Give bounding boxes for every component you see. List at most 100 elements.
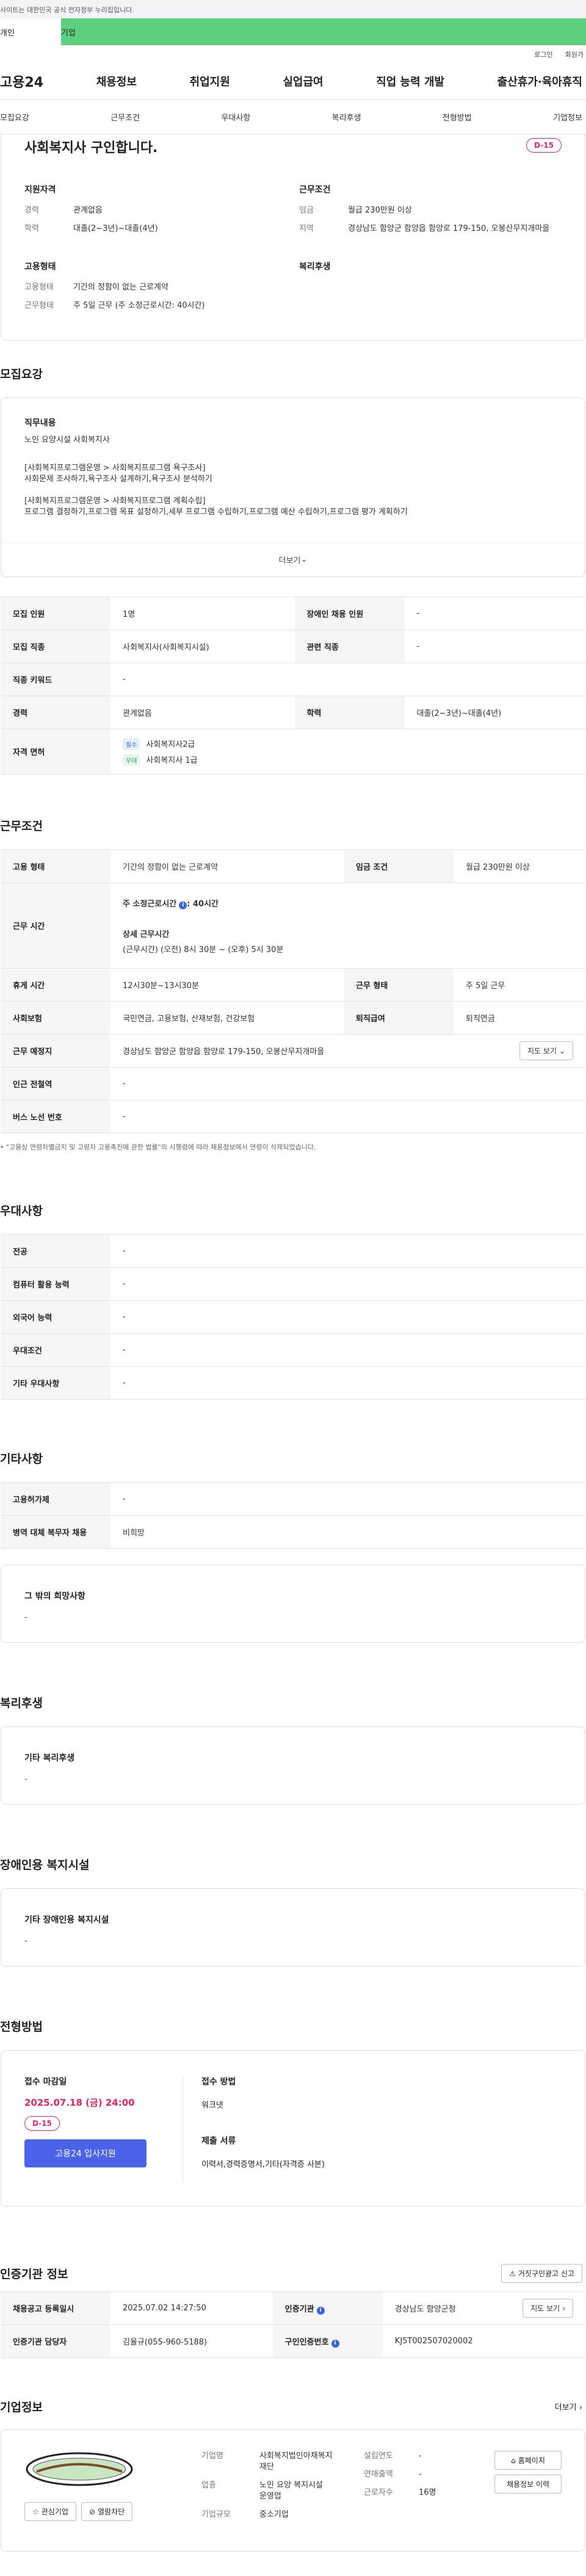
duty-line: 프로그램 결정하기,프로그램 목표 설정하기,세부 프로그램 수립하기,프로그램… [24, 508, 408, 517]
detail-hours-heading: 상세 근무시간 [123, 930, 170, 939]
major-value: - [110, 1234, 585, 1268]
report-button[interactable]: ⚠ 거짓구인광고 신고 [501, 2264, 582, 2283]
table-row: 컴퓨터 활용 능력 - [1, 1267, 585, 1301]
bus-value: - [110, 1100, 585, 1133]
map-button[interactable]: 지도 보기 ⌄ [519, 1041, 573, 1060]
authno-label-text: 구인인증번호 [284, 2337, 329, 2347]
preference-section-title: 우대사항 [0, 1204, 43, 1218]
emptype-row-label: 고용 형태 [1, 850, 110, 883]
military-value: 비희망 [110, 1515, 585, 1549]
pref-etc-value: - [110, 1366, 585, 1400]
global-nav: 고용24 채용정보 취업지원 실업급여 직업 능력 개발 출산휴가·육아휴직 [0, 64, 586, 99]
computer-label: 컴퓨터 활용 능력 [1, 1267, 110, 1301]
table-row: 사회보험 국민연금, 고용보험, 산재보험, 건강보험 퇴직급여 퇴직연금 [1, 1001, 585, 1035]
tab-business-label: 기업 [61, 28, 76, 38]
career-row-label: 경력 [1, 696, 110, 729]
login-link[interactable]: 로그인 [534, 49, 552, 59]
career-row-value: 관계없음 [110, 696, 295, 729]
certifier-table: 채용공고 등록일시 2025.07.02 14:27:50 인증기관 i 경상남도… [1, 2291, 585, 2358]
conditions-table: 고용 형태 기간의 정함이 없는 근로계약 임금 조건 월급 230만원 이상 … [1, 850, 585, 1133]
chevron-right-icon: › [579, 2403, 582, 2412]
certifier-section-title: 인증기관 정보 [0, 2268, 68, 2281]
block-icon: ⊘ [89, 2507, 95, 2516]
license-label: 자격 면허 [1, 729, 110, 774]
tab-preference[interactable]: 우대사항 [221, 111, 250, 123]
tab-selection[interactable]: 전형방법 [443, 111, 472, 123]
info-icon[interactable]: i [316, 2306, 325, 2315]
tab-personal[interactable]: 개인 [0, 18, 61, 45]
gnb-jobs[interactable]: 채용정보 [96, 73, 137, 89]
edu-row-label: 학력 [294, 696, 405, 729]
dday-badge: D-15 [526, 138, 562, 153]
welfare-box: 기타 복리후생 - [1, 1726, 585, 1805]
join-link[interactable]: 회원가 [565, 49, 584, 59]
favorite-button[interactable]: ☆ 관심기업 [24, 2502, 76, 2521]
keyword-value: - [110, 663, 585, 696]
block-button[interactable]: ⊘ 열람차단 [81, 2502, 133, 2521]
manager-label: 인증기관 담당자 [1, 2324, 110, 2358]
selection-section-title: 전형방법 [0, 2020, 43, 2034]
place-address: 경상남도 함양군 함양읍 함양로 179-150, 오봉산무지개마을 [123, 1047, 325, 1057]
tab-company[interactable]: 기업정보 [553, 111, 582, 123]
org-label-text: 인증기관 [284, 2304, 314, 2314]
co-biz-label: 업종 [201, 2481, 216, 2490]
chevron-right-icon: › [562, 2304, 565, 2313]
homepage-button[interactable]: ⌂ 홈페이지 [494, 2451, 562, 2470]
gnb-training[interactable]: 직업 능력 개발 [376, 73, 444, 89]
chevron-down-icon: ⌄ [300, 555, 308, 564]
home-icon: ⌂ [511, 2456, 516, 2465]
table-row: 자격 면허 필수 사회복지사2급 우대 사회복지사 1급 [1, 729, 585, 774]
wage-row-label: 임금 조건 [343, 850, 454, 883]
etc-section-title: 기타사항 [0, 1452, 43, 1466]
facility-box: 기타 장애인용 복지시설 - [1, 1888, 585, 1967]
gnb-employment-support[interactable]: 취업지원 [190, 73, 230, 89]
utility-links: 로그인 회원가 [0, 45, 586, 64]
company-section-title: 기업정보 [0, 2401, 43, 2414]
tab-conditions[interactable]: 근무조건 [110, 111, 140, 123]
subway-value: - [110, 1067, 585, 1101]
more-button[interactable]: 더보기 ⌄ [1, 542, 585, 577]
map-button-label: 지도 보기 [527, 1047, 557, 1055]
site-logo[interactable]: 고용24 [0, 71, 43, 91]
org-label: 인증기관 i [272, 2291, 383, 2325]
homepage-label: 홈페이지 [518, 2456, 545, 2465]
tab-business[interactable]: 기업 [61, 18, 586, 45]
company-more-link[interactable]: 더보기 › [555, 2401, 582, 2412]
hope-heading: 그 밖의 희망사항 [24, 1592, 85, 1601]
docs-heading: 제출 서류 [201, 2136, 236, 2146]
table-row: 근무 시간 주 소정근로시간 i: 40시간 상세 근무시간 (근무시간) (오전… [1, 882, 585, 969]
worktype-label: 근무형태 [24, 301, 54, 310]
gnb-unemployment[interactable]: 실업급여 [283, 73, 323, 89]
info-icon[interactable]: i [331, 2339, 339, 2348]
gnb-leave[interactable]: 출산휴가·육아휴직 [497, 73, 582, 89]
selection-card: 접수 마감일 2025.07.18 (금) 24:00 D-15 고용24 입사… [1, 2050, 585, 2207]
career-value: 관계없음 [73, 206, 103, 215]
reg-label: 채용공고 등록일시 [1, 2291, 110, 2325]
org-map-label: 지도 보기 [530, 2304, 560, 2313]
table-row: 경력 관계없음 학력 대졸(2~3년)~대졸(4년) [1, 696, 585, 729]
authno-label: 구인인증번호 i [272, 2324, 383, 2358]
emptype-value: 기간의 정함이 없는 근로계약 [73, 283, 168, 292]
block-label: 열람차단 [98, 2508, 125, 2516]
co-sales-label: 연매출액 [364, 2470, 393, 2479]
form-value: 주 5일 근무 [453, 968, 585, 1002]
docs-value: 이력서,경력증명서,기타(자격증 사본) [201, 2160, 325, 2169]
tab-welfare[interactable]: 복리후생 [332, 111, 361, 123]
welfare-box-value: - [24, 1775, 27, 1784]
duty-line: 사회문제 조사하기,욕구조사 설계하기,욕구조사 분석하기 [24, 475, 212, 484]
info-icon[interactable]: i [179, 901, 187, 909]
apply-button[interactable]: 고용24 입사지원 [24, 2139, 146, 2167]
job-history-button[interactable]: 채용정보 이력 [494, 2475, 562, 2494]
welfare-heading: 복리후생 [299, 262, 331, 272]
tab-recruit[interactable]: 모집요강 [0, 111, 29, 123]
age-note: • "고용상 연령차별금지 및 고령자 고용촉진에 관한 법률"의 시행령에 따… [0, 1143, 316, 1151]
conditions-section-title: 근무조건 [0, 820, 43, 833]
insurance-label: 사회보험 [1, 1001, 110, 1035]
pref-condition-label: 우대조건 [1, 1333, 110, 1367]
org-map-button[interactable]: 지도 보기 › [523, 2299, 573, 2318]
duty-line: [사회복지프로그램운영 > 사회복지프로그램 계획수립] [24, 497, 206, 506]
co-sales-value: - [419, 2470, 422, 2479]
table-row: 모집 인원 1명 장애인 채용 인원 - [1, 597, 585, 630]
disabled-value: - [404, 597, 585, 630]
required-chip: 필수 [123, 738, 140, 750]
